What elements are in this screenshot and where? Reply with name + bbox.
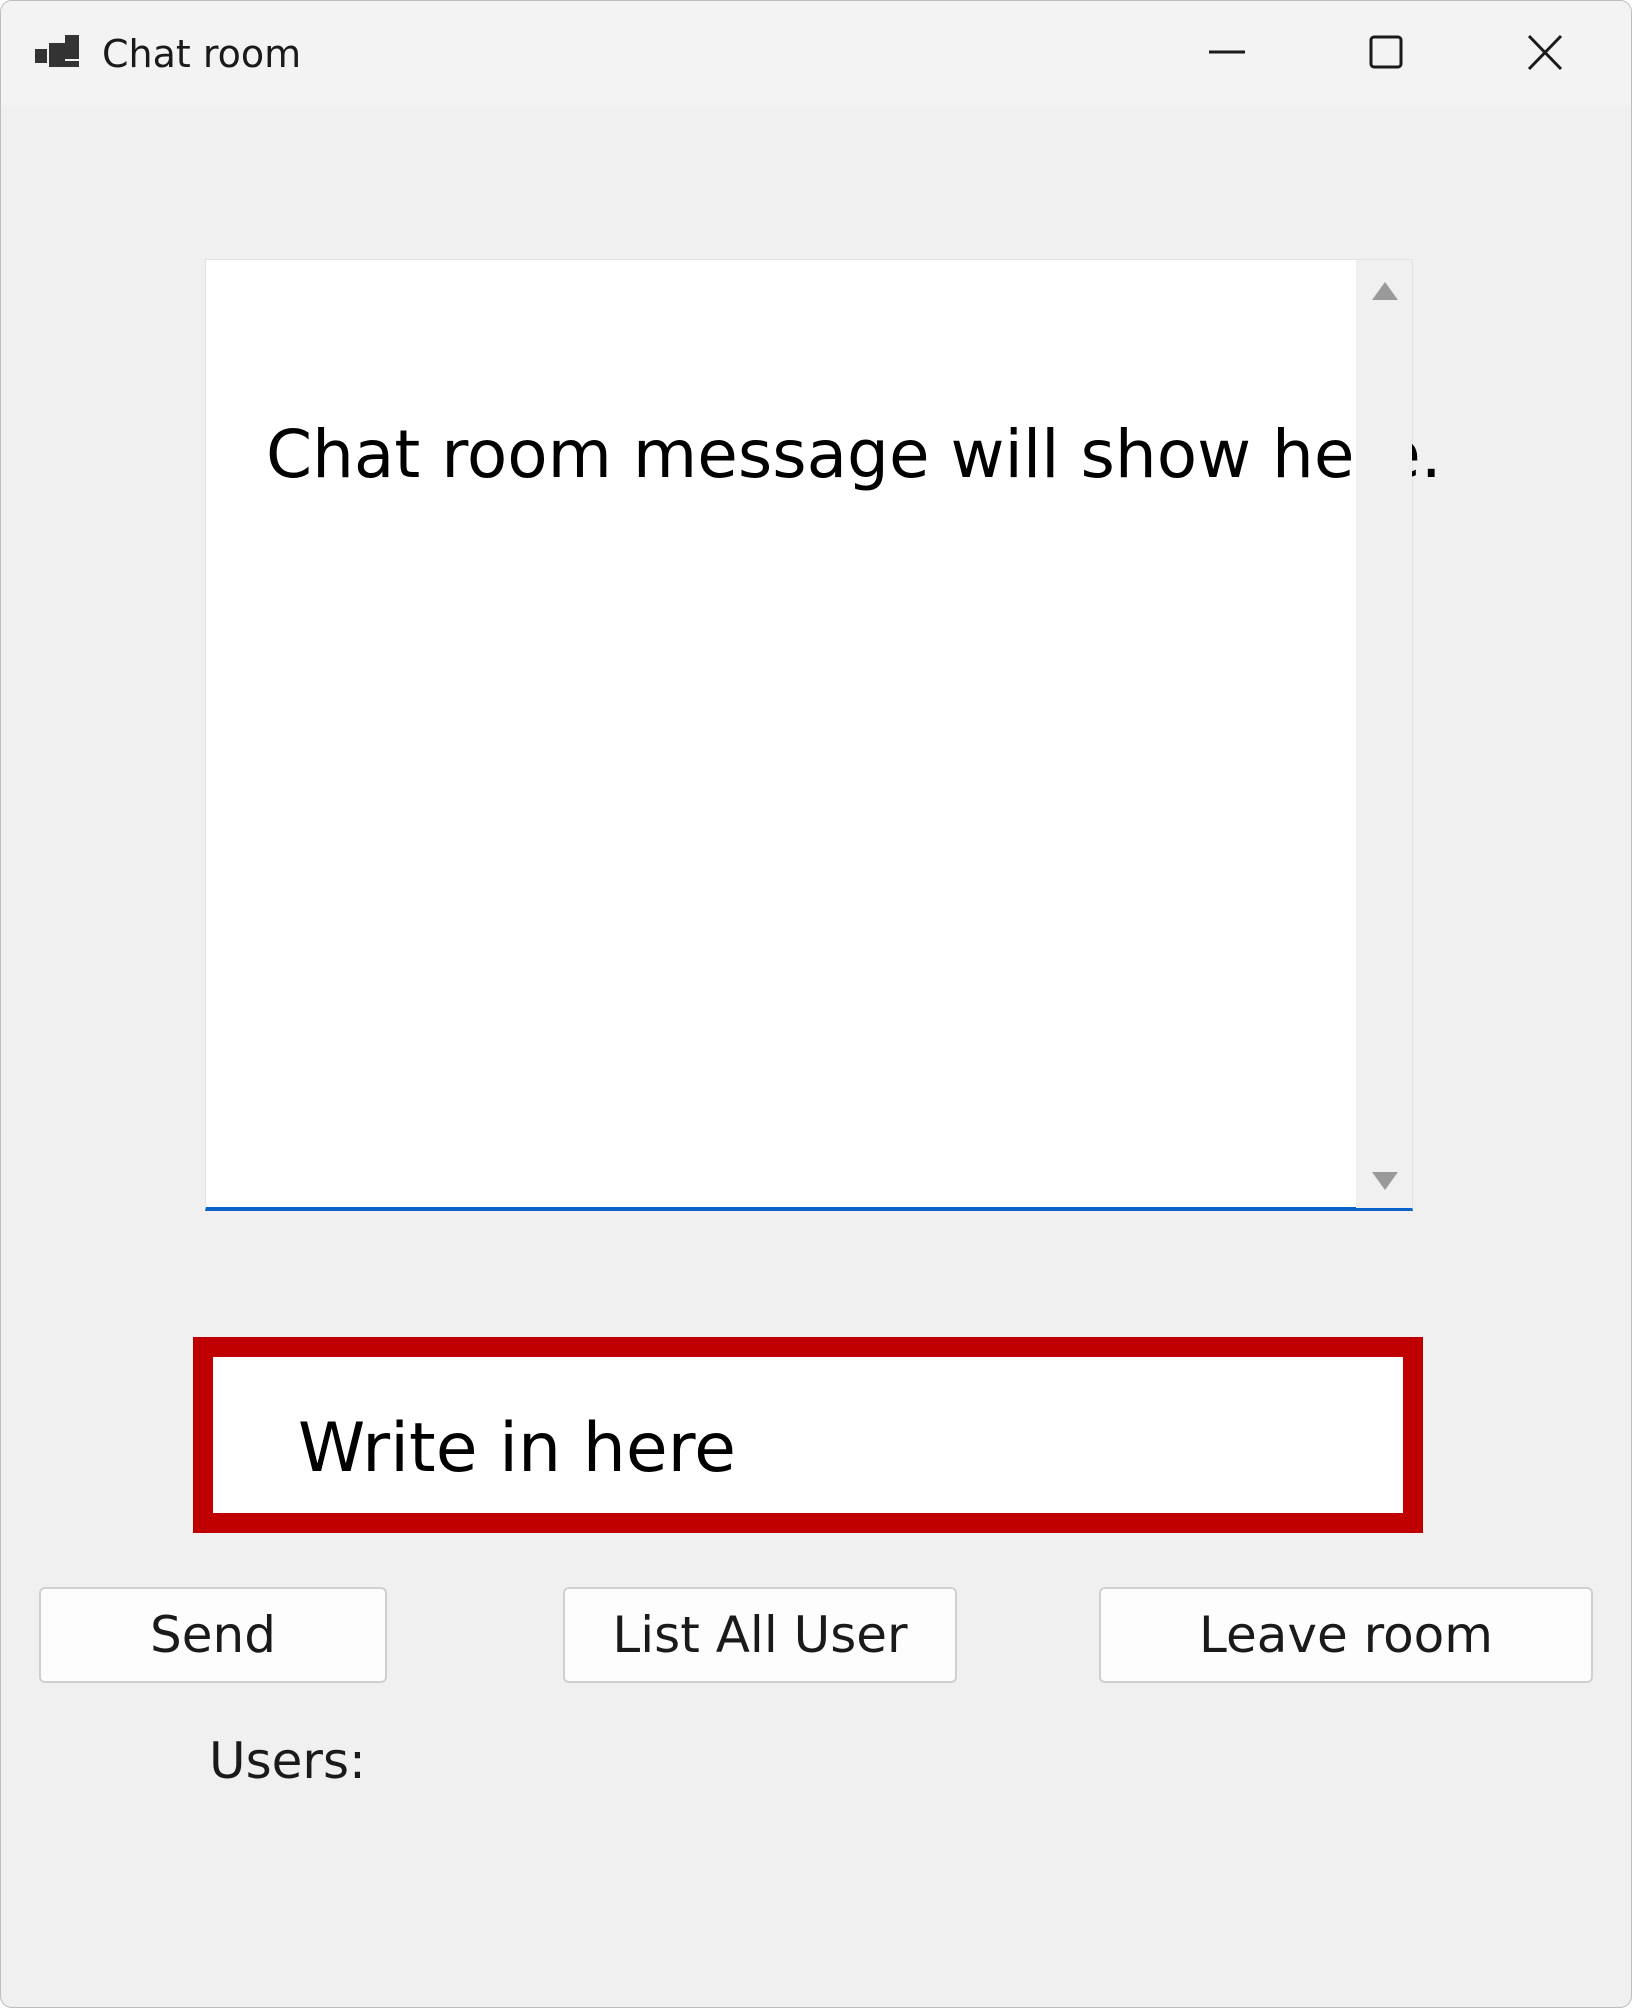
leave-room-button[interactable]: Leave room: [1099, 1587, 1593, 1683]
scroll-up-arrow-icon[interactable]: [1372, 282, 1398, 300]
title-bar[interactable]: Chat room: [1, 1, 1631, 105]
chat-messages-box[interactable]: Chat room message will show here.: [205, 259, 1442, 1211]
messages-scrollbar[interactable]: [1356, 260, 1412, 1208]
app-window-icon: [35, 35, 79, 73]
users-label: Users:: [209, 1732, 366, 1790]
scroll-down-arrow-icon[interactable]: [1372, 1172, 1398, 1190]
list-all-user-button[interactable]: List All User: [563, 1587, 957, 1683]
send-button[interactable]: Send: [39, 1587, 387, 1683]
window-title: Chat room: [102, 32, 302, 76]
chat-room-window: Chat room Chat room message will show he…: [0, 0, 1632, 2008]
minimize-icon: [1209, 50, 1245, 54]
close-button[interactable]: [1467, 1, 1627, 105]
minimize-button[interactable]: [1147, 1, 1307, 105]
close-icon: [1527, 34, 1563, 71]
maximize-button[interactable]: [1305, 1, 1465, 105]
maximize-icon: [1369, 35, 1403, 69]
chat-messages-text: Chat room message will show here.: [266, 416, 1442, 493]
message-input[interactable]: Write in here: [193, 1337, 1423, 1533]
message-input-text: Write in here: [298, 1409, 736, 1488]
